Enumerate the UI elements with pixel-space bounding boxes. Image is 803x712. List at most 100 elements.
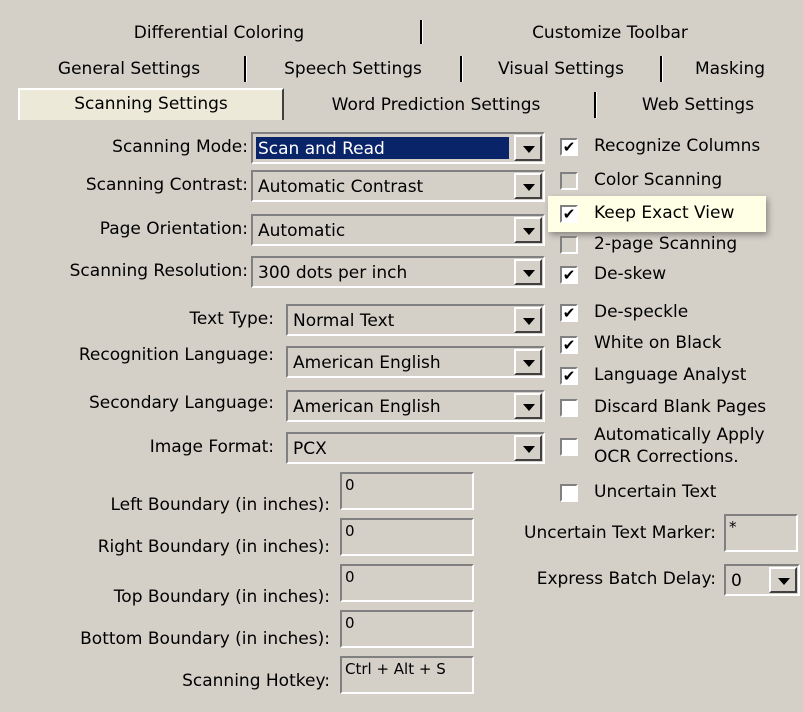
express-batch-delay-label: Express Batch Delay:: [536, 569, 716, 589]
tab-label: Scanning Settings: [74, 94, 228, 114]
chevron-down-icon[interactable]: [514, 259, 542, 285]
text-type-value: Normal Text: [291, 309, 509, 331]
text-type-dropdown[interactable]: Normal Text: [286, 304, 545, 336]
right-boundary-label: Right Boundary (in inches):: [97, 537, 330, 557]
top-boundary-label: Top Boundary (in inches):: [113, 587, 330, 607]
two-page-scanning-checkbox[interactable]: [560, 236, 578, 254]
tab-label: Differential Coloring: [133, 23, 305, 43]
recognition-language-label: Recognition Language:: [78, 345, 274, 365]
secondary-language-value: American English: [291, 395, 509, 417]
scanning-hotkey-label: Scanning Hotkey:: [182, 671, 330, 691]
tab-label: Customize Toolbar: [532, 23, 688, 43]
language-analyst-label: Language Analyst: [594, 365, 747, 385]
scanning-mode-dropdown[interactable]: Scan and Read: [251, 132, 545, 164]
secondary-language-dropdown[interactable]: American English: [286, 390, 545, 422]
secondary-language-label: Secondary Language:: [88, 393, 274, 413]
bottom-boundary-label: Bottom Boundary (in inches):: [80, 629, 330, 649]
auto-ocr-line2: OCR Corrections.: [594, 447, 739, 467]
scanning-resolution-dropdown[interactable]: 300 dots per inch: [251, 256, 545, 288]
keep-exact-view-checkbox[interactable]: ✔: [560, 205, 578, 223]
left-boundary-label: Left Boundary (in inches):: [110, 495, 331, 515]
chevron-down-icon[interactable]: [514, 217, 542, 243]
chevron-down-icon[interactable]: [514, 435, 542, 461]
text-type-label: Text Type:: [189, 309, 274, 329]
de-skew-checkbox[interactable]: ✔: [560, 266, 578, 284]
recognize-columns-checkbox[interactable]: ✔: [560, 138, 578, 156]
tab-label: Web Settings: [641, 95, 755, 115]
tab-label: Word Prediction Settings: [331, 95, 541, 115]
chevron-down-icon[interactable]: [514, 135, 542, 161]
page-orientation-label: Page Orientation:: [99, 219, 248, 239]
uncertain-text-marker-input[interactable]: *: [724, 514, 798, 552]
tab-differential-coloring[interactable]: Differential Coloring: [20, 22, 418, 46]
auto-ocr-corrections-label: Automatically Apply OCR Corrections.: [594, 424, 765, 468]
image-format-value: PCX: [291, 437, 509, 459]
recognition-language-dropdown[interactable]: American English: [286, 346, 545, 378]
left-boundary-input[interactable]: 0: [340, 472, 474, 510]
tab-general-settings[interactable]: General Settings: [14, 58, 244, 82]
scanning-resolution-label: Scanning Resolution:: [69, 261, 248, 281]
tab-web-settings[interactable]: Web Settings: [600, 94, 796, 118]
top-boundary-input[interactable]: 0: [340, 564, 474, 602]
scanning-resolution-value: 300 dots per inch: [256, 261, 509, 283]
tab-divider: [460, 56, 463, 82]
check-mark-icon: ✔: [562, 304, 576, 322]
tab-masking[interactable]: Masking: [664, 58, 796, 82]
white-on-black-checkbox[interactable]: ✔: [560, 336, 578, 354]
bottom-boundary-input[interactable]: 0: [340, 610, 474, 648]
express-batch-delay-dropdown[interactable]: 0: [724, 564, 800, 596]
tab-divider: [594, 92, 597, 118]
recognize-columns-label: Recognize Columns: [594, 136, 761, 156]
tab-customize-toolbar[interactable]: Customize Toolbar: [424, 22, 796, 46]
tab-speech-settings[interactable]: Speech Settings: [248, 58, 458, 82]
tab-label: Speech Settings: [284, 59, 422, 79]
tab-divider: [660, 56, 663, 82]
discard-blank-pages-checkbox[interactable]: [560, 399, 578, 417]
scanning-contrast-value: Automatic Contrast: [256, 175, 509, 197]
auto-ocr-line1: Automatically Apply: [594, 425, 765, 445]
right-boundary-input[interactable]: 0: [340, 518, 474, 556]
de-speckle-label: De-speckle: [594, 302, 689, 322]
tab-label: Visual Settings: [498, 59, 624, 79]
uncertain-text-checkbox[interactable]: [560, 484, 578, 502]
tab-label: General Settings: [57, 59, 201, 79]
de-skew-label: De-skew: [594, 264, 667, 284]
check-mark-icon: ✔: [562, 138, 576, 156]
chevron-down-icon[interactable]: [514, 393, 542, 419]
image-format-label: Image Format:: [149, 437, 274, 457]
check-mark-icon: ✔: [562, 336, 576, 354]
scanning-mode-value: Scan and Read: [256, 137, 509, 159]
recognition-language-value: American English: [291, 351, 509, 373]
auto-ocr-corrections-checkbox[interactable]: [560, 438, 578, 456]
de-speckle-checkbox[interactable]: ✔: [560, 304, 578, 322]
tab-visual-settings[interactable]: Visual Settings: [464, 58, 658, 82]
discard-blank-pages-label: Discard Blank Pages: [594, 397, 767, 417]
tab-divider: [420, 20, 423, 44]
check-mark-icon: ✔: [562, 367, 576, 385]
scanning-contrast-label: Scanning Contrast:: [85, 175, 248, 195]
color-scanning-label: Color Scanning: [594, 170, 723, 190]
language-analyst-checkbox[interactable]: ✔: [560, 367, 578, 385]
tab-word-prediction-settings[interactable]: Word Prediction Settings: [286, 94, 586, 118]
uncertain-text-marker-label: Uncertain Text Marker:: [524, 523, 716, 543]
tab-scanning-settings[interactable]: Scanning Settings: [18, 88, 284, 120]
white-on-black-label: White on Black: [594, 333, 722, 353]
image-format-dropdown[interactable]: PCX: [286, 432, 545, 464]
uncertain-text-label: Uncertain Text: [594, 482, 717, 502]
tab-label: Masking: [694, 59, 766, 79]
color-scanning-checkbox[interactable]: [560, 172, 578, 190]
tab-divider: [244, 56, 247, 82]
express-batch-delay-value: 0: [729, 569, 764, 591]
check-mark-icon: ✔: [562, 205, 576, 223]
chevron-down-icon[interactable]: [514, 349, 542, 375]
scanning-contrast-dropdown[interactable]: Automatic Contrast: [251, 170, 545, 202]
scanning-hotkey-input[interactable]: Ctrl + Alt + S: [340, 656, 474, 694]
page-orientation-value: Automatic: [256, 219, 509, 241]
page-orientation-dropdown[interactable]: Automatic: [251, 214, 545, 246]
chevron-down-icon[interactable]: [514, 307, 542, 333]
chevron-down-icon[interactable]: [514, 173, 542, 199]
chevron-down-icon[interactable]: [769, 567, 797, 593]
scanning-mode-label: Scanning Mode:: [112, 137, 248, 157]
keep-exact-view-label: Keep Exact View: [594, 203, 735, 223]
check-mark-icon: ✔: [562, 266, 576, 284]
